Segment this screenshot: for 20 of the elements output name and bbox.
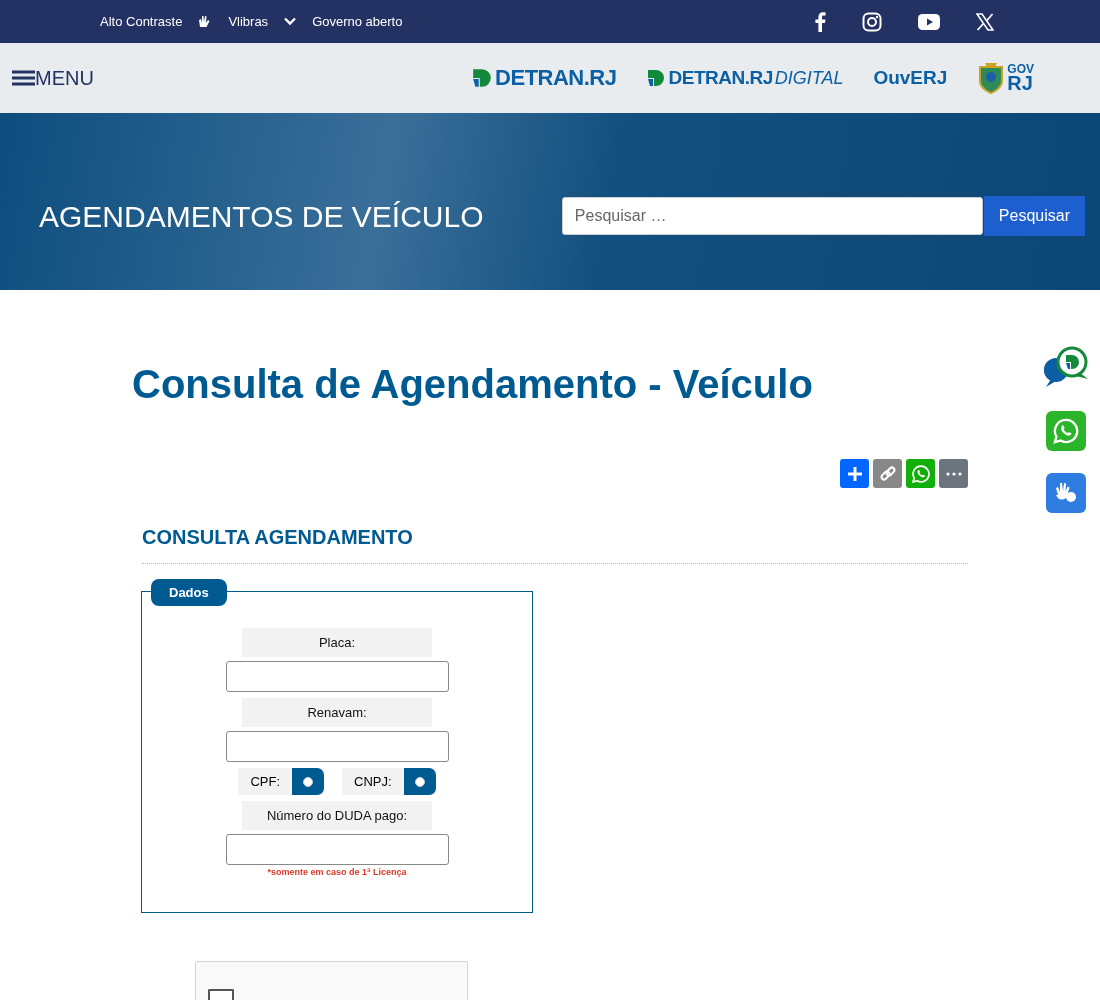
detran-digital-logo[interactable]: DETRAN.RJDIGITAL	[646, 67, 844, 89]
section-title: CONSULTA AGENDAMENTO	[142, 526, 968, 564]
search-button[interactable]: Pesquisar	[983, 196, 1085, 236]
ouvidoria-logo[interactable]: OuvERJ	[873, 67, 948, 89]
gov-rj-logo[interactable]: GOV RJ	[977, 61, 1034, 95]
search-field[interactable]: Pesquisar …	[561, 197, 983, 235]
hero-title: AGENDAMENTOS DE VEÍCULO	[39, 199, 484, 234]
field-label: Renavam:	[242, 698, 432, 727]
field-note: *somente em caso de 1ª Licença	[267, 867, 407, 877]
menu-button[interactable]: MENU	[12, 66, 94, 90]
radio-label: CPF:	[249, 774, 282, 789]
field-label: Placa:	[242, 628, 432, 657]
detran-logo[interactable]: DETRAN.RJ	[471, 65, 617, 91]
fieldset-legend: Dados	[151, 579, 227, 606]
top-link[interactable]: Alto Contraste	[100, 14, 183, 29]
radio-label: CNPJ:	[353, 774, 393, 789]
top-link[interactable]: Governo aberto	[312, 14, 403, 29]
field-label: Número do DUDA pago:	[242, 801, 432, 830]
page-title: Consulta de Agendamento - Veículo	[132, 362, 814, 407]
top-link[interactable]: Vlibras	[228, 14, 269, 29]
